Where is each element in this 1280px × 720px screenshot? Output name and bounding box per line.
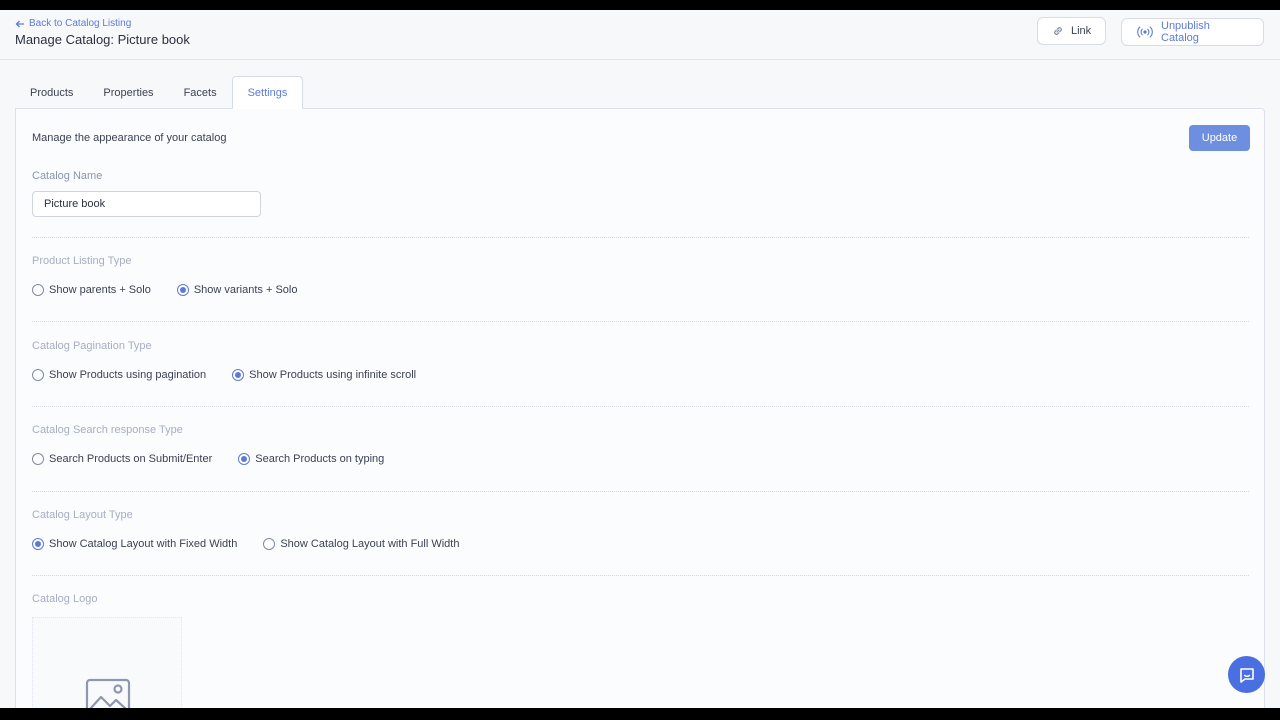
link-icon xyxy=(1054,27,1062,35)
link-button-label: Link xyxy=(1071,25,1092,37)
tab-label: Products xyxy=(30,86,74,99)
arrow-left-icon xyxy=(15,20,24,27)
radio-label: Show Products using infinite scroll xyxy=(249,369,417,381)
radio-fixed-width[interactable]: Show Catalog Layout with Fixed Width xyxy=(32,538,237,550)
update-button[interactable]: Update xyxy=(1189,125,1250,151)
image-placeholder-icon xyxy=(85,678,131,708)
settings-panel: Manage the appearance of your catalog Up… xyxy=(15,108,1265,708)
tab-label: Properties xyxy=(103,86,154,99)
tab-products[interactable]: Products xyxy=(15,76,88,109)
catalog-tabs: Products Properties Facets Settings xyxy=(15,76,304,109)
radio-button-checked[interactable] xyxy=(238,453,251,465)
section-divider xyxy=(32,321,1249,322)
section-divider xyxy=(32,237,1249,238)
tab-settings[interactable]: Settings xyxy=(231,76,304,109)
app-window: Back to Catalog Listing Manage Catalog: … xyxy=(0,10,1280,708)
radio-button-checked[interactable] xyxy=(176,284,189,296)
section-divider xyxy=(32,575,1249,576)
tab-facets[interactable]: Facets xyxy=(169,76,232,109)
pagination-type-options: Show Products using pagination Show Prod… xyxy=(32,369,416,381)
logo-upload-area[interactable] xyxy=(32,617,182,708)
page-header: Back to Catalog Listing Manage Catalog: … xyxy=(0,10,1280,60)
chat-support-button[interactable] xyxy=(1228,656,1265,693)
unpublish-catalog-button[interactable]: Unpublish Catalog xyxy=(1121,18,1264,46)
tab-label: Settings xyxy=(247,86,288,99)
search-response-type-label: Catalog Search response Type xyxy=(32,424,183,436)
catalog-logo-label: Catalog Logo xyxy=(32,593,98,605)
back-link-label: Back to Catalog Listing xyxy=(29,18,132,29)
radio-label: Show parents + Solo xyxy=(49,284,151,296)
radio-label: Show Products using pagination xyxy=(49,369,207,381)
radio-infinite-scroll[interactable]: Show Products using infinite scroll xyxy=(232,369,416,381)
unpublish-button-label: Unpublish Catalog xyxy=(1161,20,1210,44)
radio-button-unchecked[interactable] xyxy=(32,284,44,296)
radio-label: Search Products on Submit/Enter xyxy=(49,453,213,465)
broadcast-icon xyxy=(1137,26,1153,38)
radio-button-checked[interactable] xyxy=(32,538,44,550)
search-response-type-options: Search Products on Submit/Enter Search P… xyxy=(32,453,384,465)
pagination-type-label: Catalog Pagination Type xyxy=(32,340,152,352)
link-button[interactable]: Link xyxy=(1037,17,1106,45)
product-listing-type-options: Show parents + Solo Show variants + Solo xyxy=(32,284,297,296)
tab-label: Facets xyxy=(183,86,217,99)
radio-show-variants-solo[interactable]: Show variants + Solo xyxy=(176,284,298,296)
radio-label: Show variants + Solo xyxy=(193,284,298,296)
section-divider xyxy=(32,406,1249,407)
panel-description: Manage the appearance of your catalog xyxy=(32,132,227,144)
radio-button-unchecked[interactable] xyxy=(32,453,44,465)
back-to-catalog-listing-link[interactable]: Back to Catalog Listing xyxy=(15,18,131,29)
radio-pagination[interactable]: Show Products using pagination xyxy=(32,369,206,381)
layout-type-label: Catalog Layout Type xyxy=(32,509,133,521)
product-listing-type-label: Product Listing Type xyxy=(32,255,132,267)
catalog-name-label: Catalog Name xyxy=(32,170,103,182)
tab-properties[interactable]: Properties xyxy=(88,76,168,109)
radio-search-on-typing[interactable]: Search Products on typing xyxy=(238,453,384,465)
radio-label: Show Catalog Layout with Full Width xyxy=(280,538,460,550)
radio-button-unchecked[interactable] xyxy=(263,538,276,550)
catalog-name-input[interactable] xyxy=(32,191,261,217)
page-title: Manage Catalog: Picture book xyxy=(15,32,190,47)
radio-show-parents-solo[interactable]: Show parents + Solo xyxy=(32,284,151,296)
radio-button-checked[interactable] xyxy=(232,369,245,381)
radio-label: Search Products on typing xyxy=(255,453,385,465)
radio-search-on-submit[interactable]: Search Products on Submit/Enter xyxy=(32,453,212,465)
section-divider xyxy=(32,491,1249,492)
radio-full-width[interactable]: Show Catalog Layout with Full Width xyxy=(263,538,459,550)
radio-button-unchecked[interactable] xyxy=(32,369,44,381)
radio-label: Show Catalog Layout with Fixed Width xyxy=(49,538,238,550)
chat-icon xyxy=(1239,667,1254,683)
layout-type-options: Show Catalog Layout with Fixed Width Sho… xyxy=(32,538,459,550)
